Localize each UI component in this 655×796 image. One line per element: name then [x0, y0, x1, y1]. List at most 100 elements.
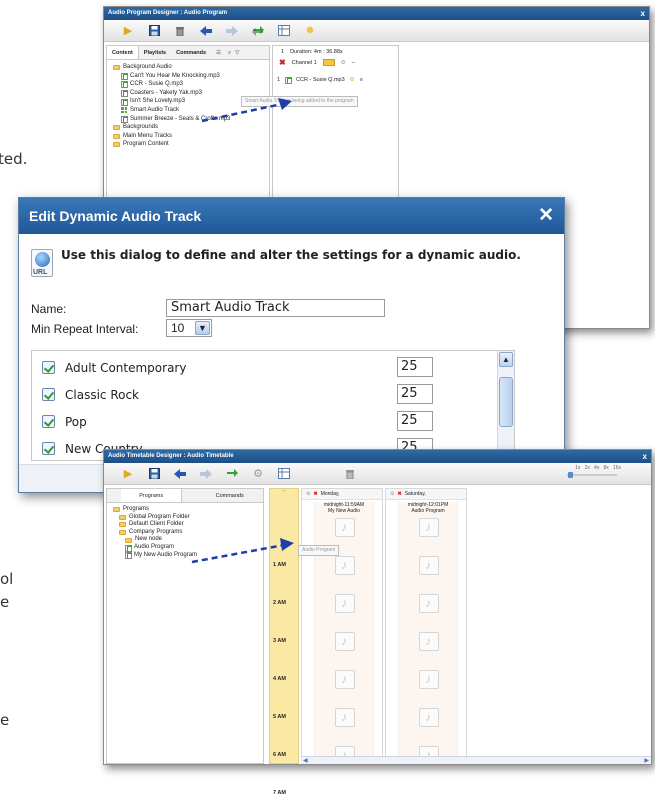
hour-label: 5 AM	[273, 714, 286, 720]
tree-item[interactable]: Default Client Folder	[113, 521, 263, 529]
sun-icon[interactable]: ✹	[304, 25, 316, 37]
tree-item[interactable]: Main Menu Tracks	[113, 132, 269, 141]
day-settings-icon[interactable]: ⚙	[390, 491, 394, 497]
swap-arrows-icon[interactable]	[252, 25, 264, 37]
category-weight-input[interactable]: 25	[397, 357, 433, 377]
tree-item-label: Coasters - Yakety Yak.mp3	[130, 89, 202, 96]
back-arrow-icon[interactable]	[174, 468, 186, 480]
tree-item-label: Isn't She Lovely.mp3	[130, 98, 186, 105]
background-text-fragment: ted.	[0, 150, 28, 168]
category-row: Classic Rock 25	[32, 382, 514, 409]
tree-item-label: Global Program Folder	[129, 513, 190, 520]
program-index: 1	[281, 49, 285, 55]
delete-day-icon[interactable]: ✖	[313, 491, 317, 497]
tab-commands[interactable]: Commands	[171, 46, 211, 59]
delete-day-icon[interactable]: ✖	[397, 491, 401, 497]
tree-item[interactable]: Background Audio	[113, 63, 269, 72]
trash-icon[interactable]	[344, 468, 356, 480]
tree-item[interactable]: Program Content	[113, 140, 269, 149]
tree-item[interactable]: Programs	[113, 506, 263, 514]
collapse-icon[interactable]: –	[352, 60, 355, 66]
trash-icon[interactable]	[174, 25, 186, 37]
channel-color-swatch[interactable]	[322, 59, 335, 66]
close-icon[interactable]: ✕	[538, 198, 554, 234]
tab-playlists[interactable]: Playlists	[139, 46, 171, 59]
hour-label: 6 AM	[273, 752, 286, 758]
folder-icon	[119, 522, 126, 528]
day-name: Monday,	[320, 491, 340, 497]
list-scrollbar[interactable]: ▲	[497, 351, 514, 460]
program-item-row[interactable]: 1 CCR - Susie Q.mp3 ⚙ ≡	[273, 67, 398, 84]
name-field[interactable]: Smart Audio Track	[166, 299, 385, 317]
hour-label: 4 AM	[273, 676, 286, 682]
tree-item-label: Background Audio	[123, 64, 172, 70]
forward-arrow-icon[interactable]	[200, 468, 212, 480]
tree-item-label: Program Content	[123, 141, 169, 148]
horizontal-scrollbar[interactable]: ◀ ▶	[301, 756, 651, 764]
item-menu-icon[interactable]: ≡	[360, 77, 363, 83]
window-title: Audio Program Designer : Audio Program	[108, 10, 228, 16]
category-checkbox[interactable]	[42, 442, 55, 455]
tab-content[interactable]: Content	[107, 46, 139, 59]
category-weight-input[interactable]: 25	[397, 411, 433, 431]
category-label: Adult Contemporary	[65, 361, 187, 375]
tree-item[interactable]: Can't You Hear Me Knocking.mp3	[113, 72, 269, 81]
toolbar: ▶ ⚙ 1x 2x 4x 8x 16x	[104, 463, 651, 485]
settings-icon[interactable]: ⚙	[341, 60, 346, 66]
close-icon[interactable]: x	[641, 7, 645, 20]
save-icon[interactable]	[148, 25, 160, 37]
zoom-levels[interactable]: 1x 2x 4x 8x 16x	[575, 465, 621, 471]
zoom-slider-thumb[interactable]	[568, 472, 573, 478]
list-view-icon[interactable]: ☰	[211, 46, 226, 59]
open-folder-icon[interactable]: ▶	[122, 468, 134, 480]
gear-icon[interactable]: ⚙	[252, 468, 264, 480]
scroll-thumb[interactable]	[499, 377, 513, 427]
program-item-label: CCR - Susie Q.mp3	[296, 77, 345, 83]
category-checkbox[interactable]	[42, 415, 55, 428]
music-note-icon	[419, 632, 439, 651]
day-column-monday: ⚙ ✖ Monday, midnight-11:59AM My New Audio	[301, 488, 383, 764]
save-icon[interactable]	[148, 468, 160, 480]
tree-item-label: Can't You Hear Me Knocking.mp3	[130, 72, 220, 79]
close-icon[interactable]: x	[643, 450, 647, 463]
tree-item[interactable]: Global Program Folder	[113, 514, 263, 522]
back-arrow-icon[interactable]	[200, 25, 212, 37]
scroll-left-icon[interactable]: ◀	[303, 757, 308, 764]
category-checkbox[interactable]	[42, 361, 55, 374]
tab-commands[interactable]: Commands	[211, 489, 249, 502]
open-folder-icon[interactable]: ▶	[122, 25, 134, 37]
swap-arrows-icon[interactable]	[226, 468, 238, 480]
zoom-slider[interactable]	[567, 474, 617, 476]
search-icon[interactable]: ⌕	[226, 46, 233, 59]
background-text-fragment: ol	[0, 570, 14, 588]
tree-item[interactable]: CCR - Susie Q.mp3	[113, 80, 269, 89]
channel-row: ✖ Channel 1 ⚙ –	[273, 55, 398, 67]
program-block[interactable]: midnight-11:59AM My New Audio	[314, 502, 374, 763]
category-weight-input[interactable]: 25	[397, 384, 433, 404]
folder-icon	[113, 64, 120, 70]
filter-icon[interactable]: ▽	[233, 46, 241, 59]
program-block[interactable]: midnight-12:01PM Audio Program	[398, 502, 458, 763]
grid-view-icon[interactable]	[278, 25, 290, 37]
delete-channel-icon[interactable]: ✖	[279, 58, 286, 67]
item-settings-icon[interactable]: ⚙	[350, 77, 355, 83]
music-note-icon	[419, 518, 439, 537]
category-checkbox[interactable]	[42, 388, 55, 401]
audio-file-icon	[121, 90, 128, 98]
audio-file-icon	[125, 552, 132, 560]
day-column-saturday: ⚙ ✖ Saturday, midnight-12:01PM Audio Program	[385, 488, 467, 764]
tab-programs[interactable]: Programs	[121, 489, 183, 502]
chevron-down-icon[interactable]: ▼	[195, 321, 210, 335]
scroll-up-icon[interactable]: ⌃	[270, 489, 298, 497]
folder-icon	[119, 530, 126, 536]
forward-arrow-icon[interactable]	[226, 25, 238, 37]
window-titlebar: Audio Program Designer : Audio Program x	[104, 7, 649, 20]
drag-arrow	[201, 98, 292, 123]
day-settings-icon[interactable]: ⚙	[306, 491, 310, 497]
grid-view-icon[interactable]	[278, 468, 290, 480]
window-titlebar: Audio Timetable Designer : Audio Timetab…	[104, 450, 651, 463]
tree-item-label: Company Programs	[129, 528, 183, 535]
scroll-up-icon[interactable]: ▲	[499, 352, 513, 367]
scroll-right-icon[interactable]: ▶	[644, 757, 649, 764]
min-repeat-interval-select[interactable]: 10 ▼	[166, 319, 212, 337]
